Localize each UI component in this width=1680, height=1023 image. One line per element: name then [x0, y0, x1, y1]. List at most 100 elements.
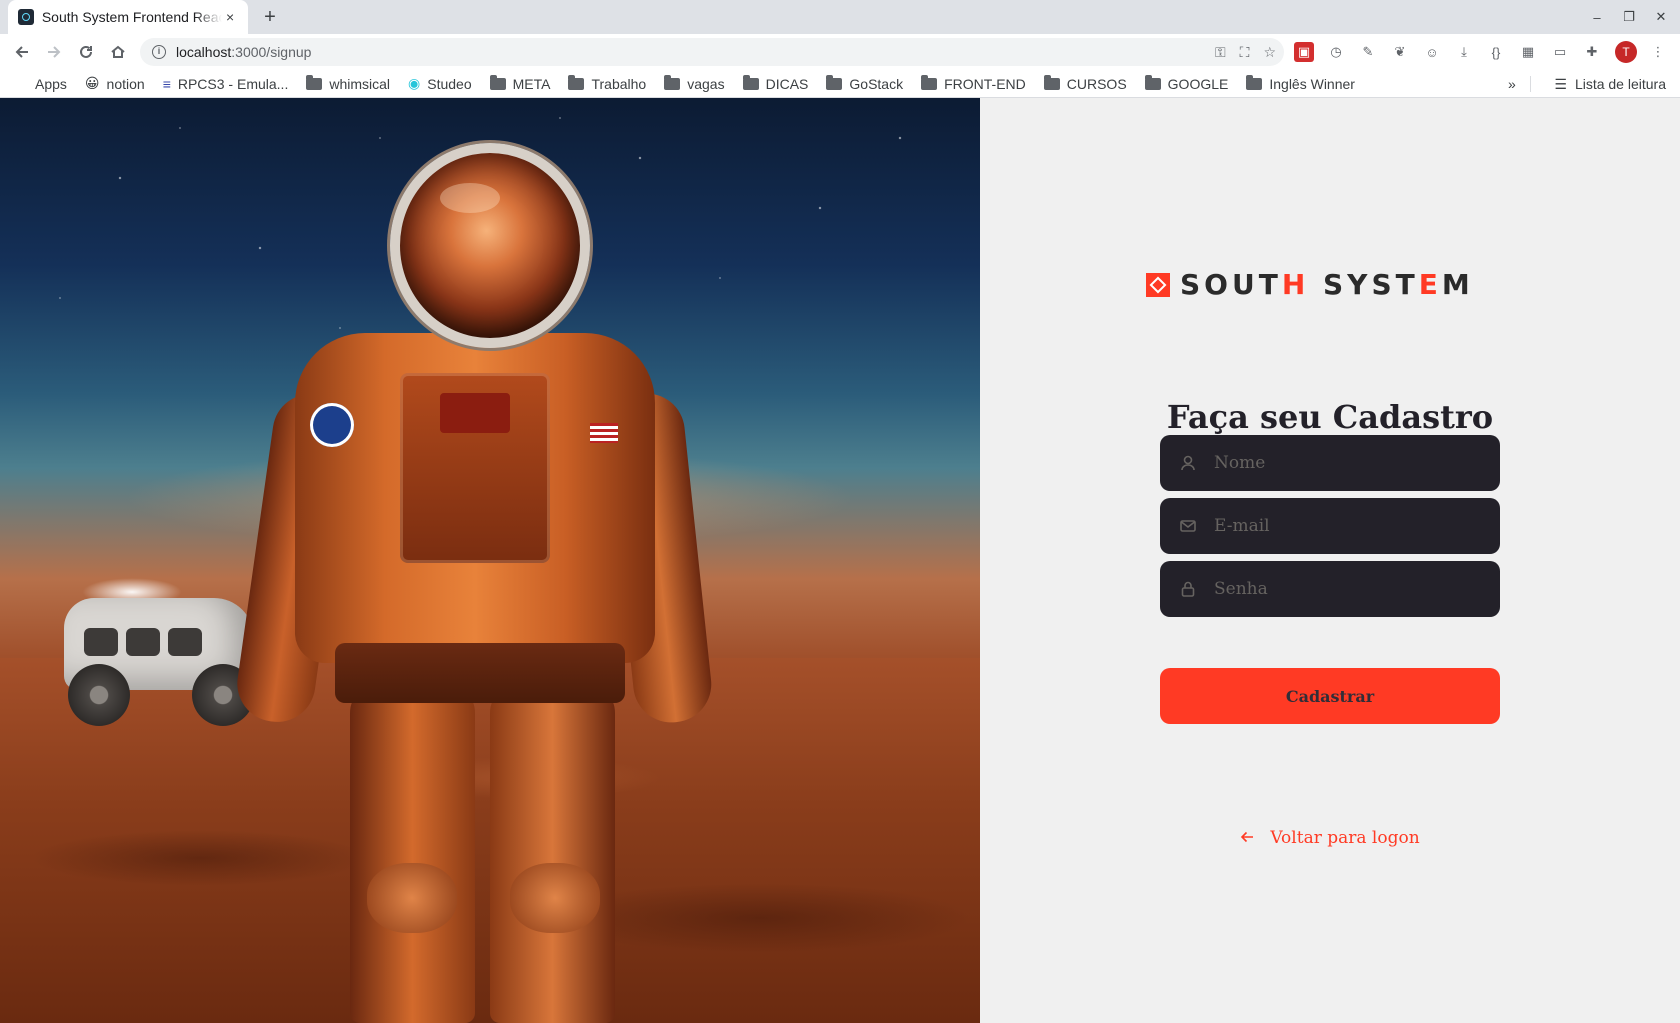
extension-brackets-icon[interactable]: {}: [1486, 42, 1506, 62]
profile-avatar[interactable]: T: [1615, 41, 1637, 63]
home-button[interactable]: [106, 40, 130, 64]
bookmark-vagas[interactable]: vagas: [664, 74, 725, 92]
reading-list-label: Lista de leitura: [1574, 76, 1666, 92]
password-input[interactable]: [1214, 579, 1484, 599]
bookmarks-divider: [1530, 76, 1531, 92]
email-field[interactable]: [1160, 498, 1500, 554]
email-input[interactable]: [1214, 516, 1484, 536]
new-tab-button[interactable]: +: [258, 5, 282, 29]
bookmark-google[interactable]: GOOGLE: [1144, 74, 1229, 92]
name-field[interactable]: [1160, 435, 1500, 491]
bookmark-star-icon[interactable]: ☆: [1263, 44, 1276, 61]
logo-wordmark: SOUTH SYSTEM: [1180, 268, 1474, 301]
extension-face-icon[interactable]: ☺: [1422, 42, 1442, 62]
tab-strip: South System Frontend React × + – ❐ ✕: [0, 0, 1680, 34]
folder-icon: [1144, 74, 1161, 90]
bookmark-dicas[interactable]: DICAS: [742, 74, 809, 92]
bookmark-label: GoStack: [849, 75, 904, 92]
logo-mark-icon: [1146, 272, 1170, 297]
browser-tab[interactable]: South System Frontend React ×: [8, 0, 248, 34]
download-icon[interactable]: ⤓: [1454, 42, 1474, 62]
extension-clock-icon[interactable]: ◷: [1326, 42, 1346, 62]
page-title: Faça seu Cadastro: [1166, 398, 1494, 436]
bookmarks-overflow-button[interactable]: »: [1508, 70, 1516, 98]
bookmarks-bar: Apps 😀 notion ≡ RPCS3 - Emula... whimsic…: [0, 70, 1680, 98]
back-button[interactable]: [10, 40, 34, 64]
password-field[interactable]: [1160, 561, 1500, 617]
bookmark-label: Trabalho: [591, 75, 647, 92]
bookmark-meta[interactable]: META: [489, 74, 550, 92]
extension-red-icon[interactable]: ▣: [1294, 42, 1314, 62]
bookmark-notion[interactable]: 😀 notion: [85, 75, 145, 92]
forward-button[interactable]: [42, 40, 66, 64]
folder-icon: [306, 74, 323, 90]
reload-button[interactable]: [74, 40, 98, 64]
bookmark-label: Apps: [35, 75, 67, 92]
bookmark-front-end[interactable]: FRONT-END: [921, 74, 1026, 92]
url-text[interactable]: localhost:3000/signup: [176, 44, 311, 60]
back-to-logon-label: Voltar para logon: [1270, 828, 1420, 848]
bookmark-label: GOOGLE: [1167, 75, 1229, 92]
folder-icon: [568, 74, 585, 90]
bookmark-label: DICAS: [765, 75, 809, 92]
arrow-left-icon: [1240, 829, 1254, 848]
south-system-logo: SOUTH SYSTEM: [1146, 268, 1474, 301]
bookmark-rpcs3[interactable]: ≡ RPCS3 - Emula...: [163, 76, 289, 92]
folder-icon: [1246, 74, 1263, 90]
extension-gnome-icon[interactable]: ❦: [1390, 42, 1410, 62]
signup-panel: SOUTH SYSTEM Faça seu Cadastro Cadastrar: [980, 98, 1680, 1023]
bookmark-label: whimsical: [329, 75, 391, 92]
close-window-button[interactable]: ✕: [1646, 0, 1676, 34]
folder-icon: [921, 74, 938, 90]
home-icon: [111, 45, 125, 58]
folder-icon: [664, 74, 681, 90]
tab-close-icon[interactable]: ×: [222, 9, 238, 25]
bookmark-ingles-winner[interactable]: Inglês Winner: [1246, 74, 1355, 92]
bookmark-label: FRONT-END: [944, 75, 1026, 92]
back-to-logon-link[interactable]: Voltar para logon: [980, 828, 1680, 848]
address-bar[interactable]: i localhost:3000/signup ⚿ ⛶ ☆: [140, 38, 1284, 66]
rpcs3-icon: ≡: [162, 75, 171, 92]
bookmark-label: RPCS3 - Emula...: [177, 75, 289, 92]
name-input[interactable]: [1214, 453, 1484, 473]
folder-icon: [489, 74, 506, 90]
site-info-icon[interactable]: i: [152, 45, 166, 59]
helmet: [390, 143, 590, 348]
key-icon[interactable]: ⚿: [1215, 44, 1226, 61]
url-path: :3000/signup: [231, 44, 312, 60]
folder-icon: [826, 74, 843, 90]
bookmark-studeo[interactable]: ◉ Studeo: [408, 75, 472, 92]
minimize-button[interactable]: –: [1582, 0, 1612, 34]
tab-title: South System Frontend React: [41, 9, 223, 25]
studeo-icon: ◉: [408, 75, 421, 91]
bookmark-label: vagas: [687, 75, 725, 92]
folder-icon: [742, 74, 759, 90]
signup-button[interactable]: Cadastrar: [1160, 668, 1500, 724]
bookmark-label: CURSOS: [1066, 75, 1127, 92]
extension-calendar-icon[interactable]: ▦: [1518, 42, 1538, 62]
reading-list-button[interactable]: ☰ Lista de leitura: [1554, 70, 1666, 98]
astronaut-illustration: [232, 143, 716, 1023]
browser-toolbar: i localhost:3000/signup ⚿ ⛶ ☆ ▣ ◷ ✎ ❦ ☺ …: [0, 34, 1680, 70]
bookmark-cursos[interactable]: CURSOS: [1043, 74, 1127, 92]
extension-eyedropper-icon[interactable]: ✎: [1358, 42, 1378, 62]
astronaut-background-image: [0, 98, 980, 1023]
react-favicon-icon: [18, 9, 34, 25]
restore-button[interactable]: ❐: [1614, 0, 1644, 34]
extensions-puzzle-icon[interactable]: ✚: [1582, 42, 1602, 62]
bookmark-trabalho[interactable]: Trabalho: [568, 74, 647, 92]
rover-illustration: [64, 578, 264, 728]
menu-dots-icon[interactable]: ⋮: [1648, 42, 1668, 62]
bookmark-label: Studeo: [427, 75, 472, 92]
extension-cast-icon[interactable]: ▭: [1550, 42, 1570, 62]
bookmark-label: notion: [106, 75, 145, 92]
lock-icon: [1178, 579, 1198, 599]
bookmark-whimsical[interactable]: whimsical: [306, 74, 391, 92]
bookmark-apps[interactable]: Apps: [14, 76, 67, 92]
mail-icon: [1178, 516, 1198, 536]
bookmark-gostack[interactable]: GoStack: [826, 74, 904, 92]
apps-grid-icon: [14, 77, 28, 91]
signup-page: SOUTH SYSTEM Faça seu Cadastro Cadastrar: [0, 98, 1680, 1023]
translate-icon[interactable]: ⛶: [1240, 44, 1250, 61]
user-icon: [1178, 453, 1198, 473]
